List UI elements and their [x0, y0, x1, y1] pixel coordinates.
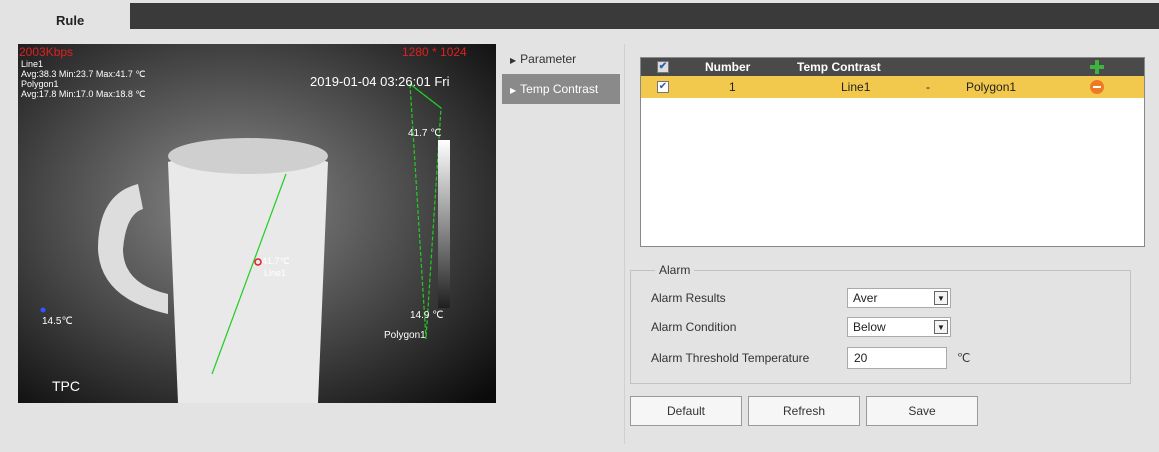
- row-checkbox[interactable]: ✔: [657, 81, 669, 93]
- thermal-video-preview[interactable]: 2003Kbps 1280 * 1024 Line1 Avg:38.3 Min:…: [18, 44, 496, 403]
- alarm-condition-label: Alarm Condition: [651, 320, 737, 334]
- stats-line1-values: Avg:38.3 Min:23.7 Max:41.7 ℃: [21, 69, 146, 79]
- stats-polygon1-values: Avg:17.8 Min:17.0 Max:18.8 ℃: [21, 89, 146, 99]
- alarm-threshold-value: 20: [854, 351, 868, 365]
- header-temp-contrast: Temp Contrast: [797, 60, 881, 74]
- temp-contrast-table: ✔ Number Temp Contrast ✔ 1 Line1 - Polyg…: [640, 57, 1145, 247]
- alarm-condition-select[interactable]: Below ▼: [847, 317, 951, 337]
- delete-rule-icon[interactable]: [1090, 80, 1104, 94]
- header-number: Number: [705, 60, 751, 74]
- rule-stats: Line1 Avg:38.3 Min:23.7 Max:41.7 ℃ Polyg…: [21, 59, 146, 99]
- alarm-threshold-label: Alarm Threshold Temperature: [651, 351, 810, 365]
- alarm-threshold-input[interactable]: 20: [847, 347, 947, 369]
- alarm-results-value: Aver: [853, 291, 878, 305]
- resolution-label: 1280 * 1024: [402, 45, 467, 59]
- stats-polygon1-name: Polygon1: [21, 79, 59, 89]
- alarm-legend: Alarm: [655, 263, 695, 277]
- channel-label: TPC: [52, 378, 80, 394]
- alarm-fieldset: Alarm Alarm Results Aver ▼ Alarm Conditi…: [630, 263, 1131, 384]
- chevron-down-icon[interactable]: ▼: [934, 291, 948, 305]
- menu-item-label: Temp Contrast: [520, 82, 599, 96]
- chevron-right-icon: ▶: [510, 86, 517, 95]
- alarm-results-label: Alarm Results: [651, 291, 726, 305]
- row-rule-a: Line1: [841, 80, 871, 94]
- alarm-threshold-unit: ℃: [957, 351, 971, 365]
- chevron-down-icon[interactable]: ▼: [934, 320, 948, 334]
- video-timestamp: 2019-01-04 03:26:01 Fri: [310, 74, 450, 89]
- line-temperature-label: 41.7℃: [262, 256, 290, 266]
- menu-item-parameter[interactable]: ▶ Parameter: [502, 44, 620, 74]
- menu-item-temp-contrast[interactable]: ▶ Temp Contrast: [502, 74, 620, 104]
- line1-label: Line1: [264, 268, 287, 278]
- save-button[interactable]: Save: [866, 396, 978, 426]
- default-button[interactable]: Default: [630, 396, 742, 426]
- spot-temperature-label: 14.5℃: [42, 316, 73, 327]
- row-rule-b: Polygon1: [966, 80, 1017, 94]
- tab-bar-background: [130, 3, 1159, 29]
- table-header: ✔ Number Temp Contrast: [641, 58, 1144, 76]
- panel-divider: [624, 44, 625, 444]
- row-number: 1: [729, 80, 736, 94]
- tab-rule[interactable]: Rule: [20, 3, 130, 37]
- menu-item-label: Parameter: [520, 52, 577, 66]
- top-tab-bar: Rule: [0, 3, 1159, 37]
- chevron-right-icon: ▶: [510, 56, 517, 65]
- stats-line1-name: Line1: [21, 59, 44, 69]
- bitrate-label: 2003Kbps: [19, 45, 74, 59]
- rule-type-menu: ▶ Parameter ▶ Temp Contrast: [502, 44, 620, 104]
- row-operator: -: [926, 80, 930, 94]
- polygon1-label: Polygon1: [384, 330, 426, 341]
- scale-min-label: 14.9 ℃: [410, 310, 444, 321]
- table-row[interactable]: ✔ 1 Line1 - Polygon1: [641, 76, 1144, 98]
- add-rule-icon[interactable]: [1090, 60, 1104, 74]
- refresh-button[interactable]: Refresh: [748, 396, 860, 426]
- select-all-checkbox[interactable]: ✔: [657, 61, 669, 73]
- temperature-scale: [438, 140, 450, 308]
- scale-max-label: 41.7 ℃: [408, 128, 442, 139]
- alarm-condition-value: Below: [853, 320, 886, 334]
- alarm-results-select[interactable]: Aver ▼: [847, 288, 951, 308]
